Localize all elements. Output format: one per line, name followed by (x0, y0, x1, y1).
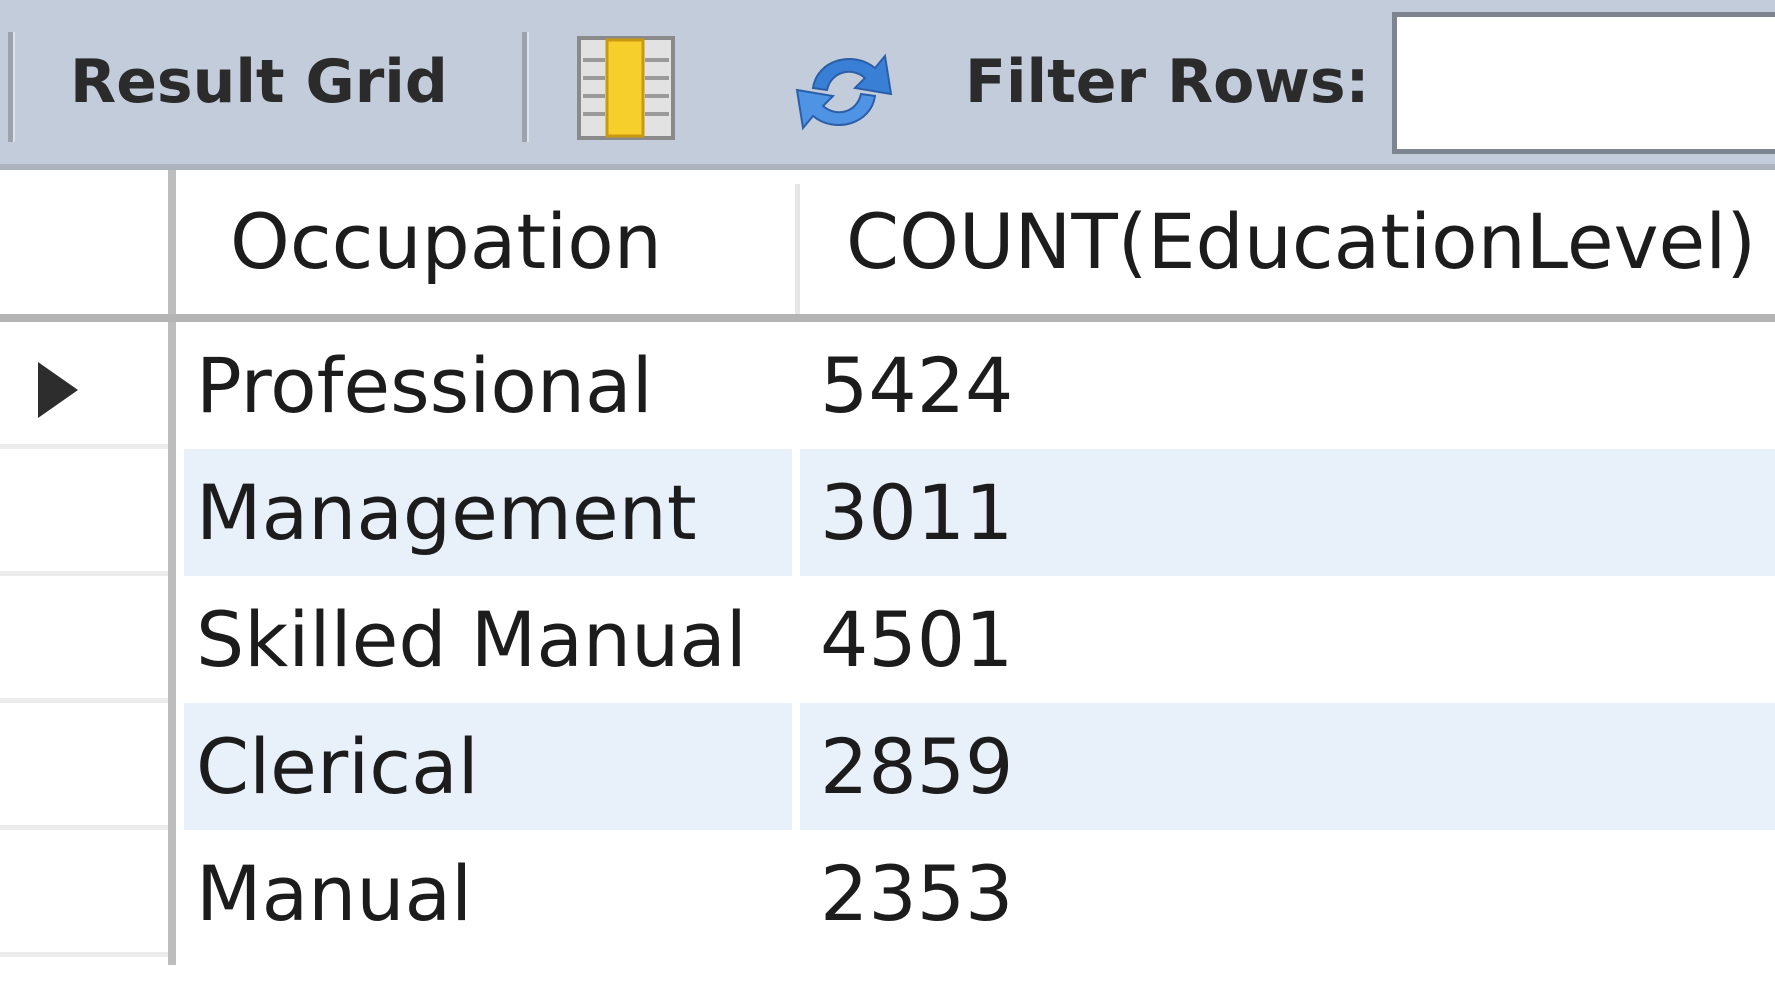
table-row[interactable]: Management 3011 (0, 449, 1775, 576)
table-row[interactable]: Professional 5424 (0, 322, 1775, 449)
cell-count[interactable]: 2353 (820, 830, 1013, 957)
filter-rows-label: Filter Rows: (965, 47, 1370, 117)
column-divider (795, 184, 800, 314)
refresh-icon[interactable] (783, 42, 905, 142)
table-row[interactable]: Skilled Manual 4501 (0, 576, 1775, 703)
cell-occupation[interactable]: Professional (196, 322, 653, 449)
cell-occupation[interactable]: Management (196, 449, 697, 576)
cell-count[interactable]: 2859 (820, 703, 1013, 830)
row-header-cell[interactable] (0, 322, 168, 449)
corner-cell (0, 170, 176, 314)
cell-count[interactable]: 5424 (820, 322, 1013, 449)
result-grid: Occupation COUNT(EducationLevel) Profess… (0, 170, 1775, 995)
cell-occupation[interactable]: Clerical (196, 703, 479, 830)
toolbar-separator (522, 32, 529, 142)
row-header-cell[interactable] (0, 703, 168, 830)
row-header-cell[interactable] (0, 449, 168, 576)
grid-layout-icon[interactable] (577, 36, 675, 140)
result-grid-tab[interactable]: Result Grid (70, 52, 448, 112)
result-toolbar: Result Grid Filter Rows: (0, 0, 1775, 170)
row-header-cell[interactable] (0, 576, 168, 703)
cell-count[interactable]: 3011 (820, 449, 1013, 576)
current-row-arrow-icon (38, 362, 78, 418)
row-header-cell[interactable] (0, 830, 168, 957)
table-row[interactable]: Clerical 2859 (0, 703, 1775, 830)
toolbar-separator (8, 32, 15, 142)
column-header-occupation[interactable]: Occupation (230, 170, 662, 314)
cell-occupation[interactable]: Manual (196, 830, 472, 957)
table-row[interactable]: Manual 2353 (0, 830, 1775, 957)
column-header-count[interactable]: COUNT(EducationLevel) (846, 170, 1756, 314)
cell-occupation[interactable]: Skilled Manual (196, 576, 747, 703)
filter-rows-input[interactable] (1392, 12, 1775, 154)
column-header-row: Occupation COUNT(EducationLevel) (0, 170, 1775, 322)
cell-count[interactable]: 4501 (820, 576, 1013, 703)
